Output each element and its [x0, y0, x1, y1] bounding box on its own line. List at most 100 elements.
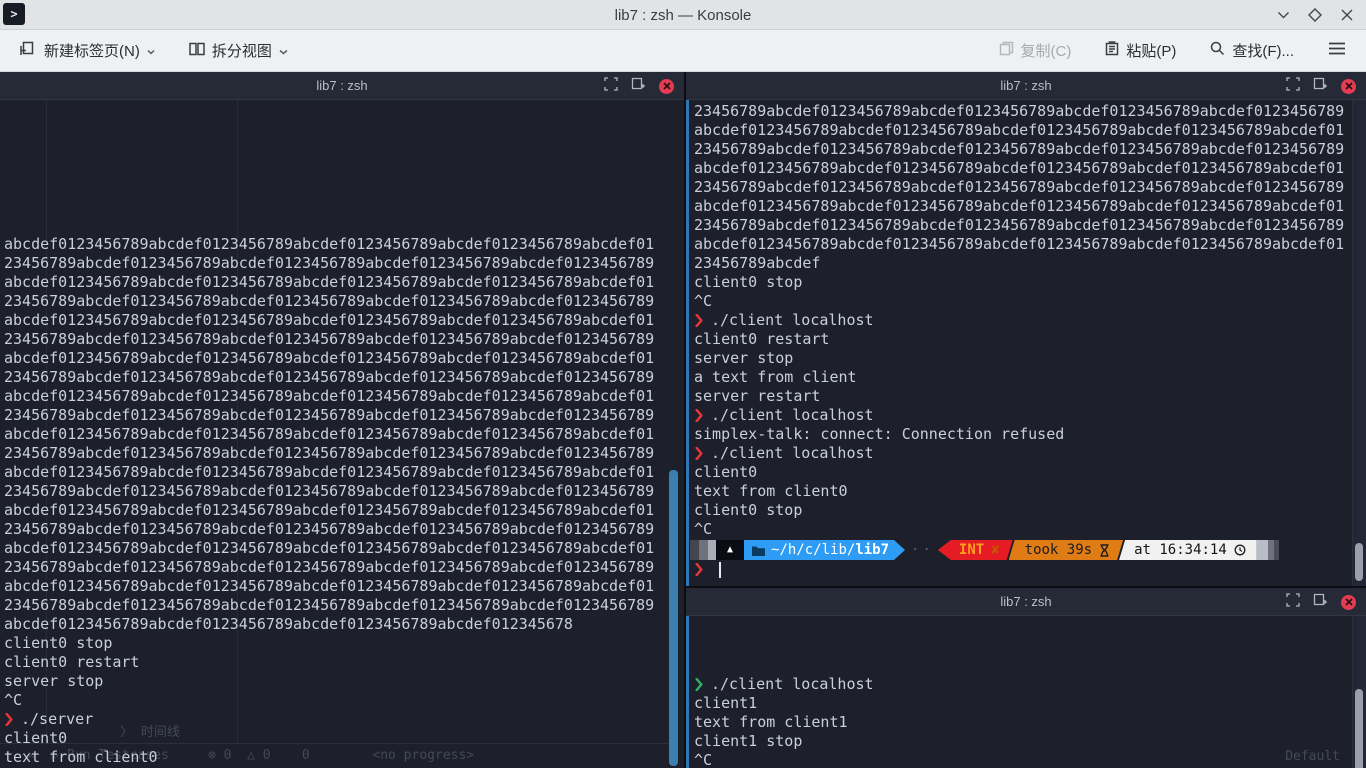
- copy-button: 复制(C): [991, 34, 1080, 67]
- minimize-button[interactable]: [1272, 4, 1294, 26]
- pane-title: lib7 : zsh: [1000, 78, 1051, 93]
- terminal-line: server stop: [4, 672, 684, 691]
- terminal-line: 23456789abcdef0123456789abcdef0123456789…: [4, 368, 684, 387]
- terminal-line: ./server: [4, 710, 684, 729]
- prompt-chevron-icon: [695, 447, 703, 460]
- terminal-line: 23456789abcdef0123456789abcdef0123456789…: [694, 178, 1366, 197]
- terminal-line: [694, 560, 1366, 579]
- terminal-line: 23456789abcdef0123456789abcdef0123456789…: [694, 216, 1366, 235]
- scrollbar-thumb[interactable]: [669, 470, 678, 766]
- terminal-line: server stop: [694, 349, 1366, 368]
- terminal-line: abcdef0123456789abcdef0123456789abcdef01…: [694, 197, 1366, 216]
- hamburger-menu-icon: [1328, 42, 1346, 59]
- prompt-separator-dots: ··: [911, 540, 934, 560]
- prompt-ramp-end: [1257, 540, 1279, 560]
- terminal-line: abcdef0123456789abcdef0123456789abcdef01…: [4, 501, 684, 520]
- terminal-pane-left[interactable]: lib7 : zsh 〉 时间线 » ▷ Run Testcases ⊗ 0 △…: [0, 72, 684, 768]
- prompt-chevron-icon: [5, 713, 13, 726]
- terminal-line: client0 stop: [4, 634, 684, 653]
- split-view-button[interactable]: 拆分视图: [181, 34, 296, 67]
- terminal-line: abcdef0123456789abcdef0123456789abcdef01…: [694, 121, 1366, 140]
- paste-icon: [1105, 41, 1119, 60]
- terminal-line: ^C: [4, 691, 684, 710]
- terminal-line: simplex-talk: connect: Connection refuse…: [694, 425, 1366, 444]
- terminal-line: text from client0: [694, 482, 1366, 501]
- terminal-line: abcdef0123456789abcdef0123456789abcdef01…: [4, 615, 684, 634]
- pane-title: lib7 : zsh: [1000, 594, 1051, 609]
- terminal-line: 23456789abcdef: [694, 254, 1366, 273]
- pane-header: lib7 : zsh: [686, 588, 1366, 616]
- main-toolbar: 新建标签页(N) 拆分视图 复制(C) 粘贴(P) 查找(F)...: [0, 30, 1366, 72]
- prompt-status: INT✘: [938, 540, 1013, 560]
- terminal-output[interactable]: 23456789abcdef0123456789abcdef0123456789…: [686, 100, 1366, 586]
- terminal-line: abcdef0123456789abcdef0123456789abcdef01…: [694, 159, 1366, 178]
- chevron-down-icon: [147, 42, 155, 59]
- scrollbar-track[interactable]: [1352, 616, 1366, 768]
- terminal-line: abcdef0123456789abcdef0123456789abcdef01…: [4, 273, 684, 292]
- search-icon: [1210, 41, 1225, 60]
- terminal-output[interactable]: Default ./client localhostclient1text fr…: [686, 616, 1366, 768]
- expand-view-icon[interactable]: [604, 77, 618, 96]
- terminal-line: abcdef0123456789abcdef0123456789abcdef01…: [4, 387, 684, 406]
- terminal-line: 23456789abcdef0123456789abcdef0123456789…: [694, 140, 1366, 159]
- terminal-pane-top-right[interactable]: lib7 : zsh 23456789abcdef0123456789abcde…: [686, 72, 1366, 586]
- terminal-line: 23456789abcdef0123456789abcdef0123456789…: [4, 254, 684, 273]
- prompt-chevron-icon: [695, 563, 703, 576]
- prompt-duration: took 39s: [1009, 540, 1123, 560]
- expand-view-icon[interactable]: [1286, 77, 1300, 96]
- close-window-button[interactable]: [1336, 4, 1358, 26]
- terminal-line: a text from client: [694, 368, 1366, 387]
- terminal-line: client0: [694, 463, 1366, 482]
- terminal-line: abcdef0123456789abcdef0123456789abcdef01…: [4, 577, 684, 596]
- scrollbar-thumb[interactable]: [1355, 689, 1363, 768]
- maximize-button[interactable]: [1304, 4, 1326, 26]
- new-tab-icon[interactable]: [1313, 593, 1328, 611]
- new-tab-icon[interactable]: [1313, 77, 1328, 95]
- terminal-line: 23456789abcdef0123456789abcdef0123456789…: [4, 292, 684, 311]
- terminal-line: server restart: [694, 387, 1366, 406]
- terminal-line: text from client1: [694, 713, 1366, 732]
- new-tab-button[interactable]: 新建标签页(N): [12, 34, 163, 67]
- terminal-line: ./client localhost: [694, 311, 1366, 330]
- paste-button[interactable]: 粘贴(P): [1097, 34, 1184, 67]
- terminal-output[interactable]: 〉 时间线 » ▷ Run Testcases ⊗ 0 △ 0 0 <no pr…: [0, 100, 684, 768]
- text-cursor: [719, 562, 721, 578]
- terminal-line: 23456789abcdef0123456789abcdef0123456789…: [694, 102, 1366, 121]
- terminal-pane-bottom-right[interactable]: lib7 : zsh Default ./client localhostcli…: [686, 588, 1366, 768]
- terminal-line: ^C: [694, 520, 1366, 539]
- powerline-prompt: ▲~/h/c/lib/lib7··INT✘took 39sat 16:34:14: [690, 540, 1366, 560]
- terminal-line: abcdef0123456789abcdef0123456789abcdef01…: [4, 463, 684, 482]
- terminal-line: client1: [694, 694, 1366, 713]
- terminal-line: 23456789abcdef0123456789abcdef0123456789…: [4, 330, 684, 349]
- expand-view-icon[interactable]: [1286, 593, 1300, 612]
- close-pane-button[interactable]: [659, 79, 674, 94]
- terminal-line: client0 stop: [694, 501, 1366, 520]
- terminal-line: abcdef0123456789abcdef0123456789abcdef01…: [694, 235, 1366, 254]
- terminal-line: ./client localhost: [694, 444, 1366, 463]
- terminal-line: client0 restart: [4, 653, 684, 672]
- pane-header: lib7 : zsh: [0, 72, 684, 100]
- pane-title: lib7 : zsh: [316, 78, 367, 93]
- prompt-chevron-icon: [695, 678, 703, 691]
- scrollbar-thumb[interactable]: [1355, 543, 1363, 581]
- terminal-line: ./client localhost: [694, 406, 1366, 425]
- prompt-time: at 16:34:14: [1119, 540, 1257, 560]
- prompt-caret: ▲: [716, 540, 744, 560]
- prompt-ramp: [690, 540, 716, 560]
- terminal-line: 23456789abcdef0123456789abcdef0123456789…: [4, 444, 684, 463]
- scrollbar-track[interactable]: [1352, 100, 1366, 586]
- terminal-line: ^C: [694, 292, 1366, 311]
- terminal-line: abcdef0123456789abcdef0123456789abcdef01…: [4, 311, 684, 330]
- close-pane-button[interactable]: [1341, 79, 1356, 94]
- terminal-line: 23456789abcdef0123456789abcdef0123456789…: [4, 596, 684, 615]
- chevron-down-icon: [279, 42, 288, 59]
- prompt-path-arrow: [894, 540, 905, 560]
- terminal-line: client1 stop: [694, 732, 1366, 751]
- new-tab-icon[interactable]: [631, 77, 646, 95]
- close-pane-button[interactable]: [1341, 595, 1356, 610]
- terminal-line: text from client0: [4, 748, 684, 767]
- prompt-chevron-icon: [695, 409, 703, 422]
- prompt-chevron-icon: [695, 314, 703, 327]
- hamburger-menu-button[interactable]: [1320, 36, 1354, 65]
- find-button[interactable]: 查找(F)...: [1202, 34, 1302, 67]
